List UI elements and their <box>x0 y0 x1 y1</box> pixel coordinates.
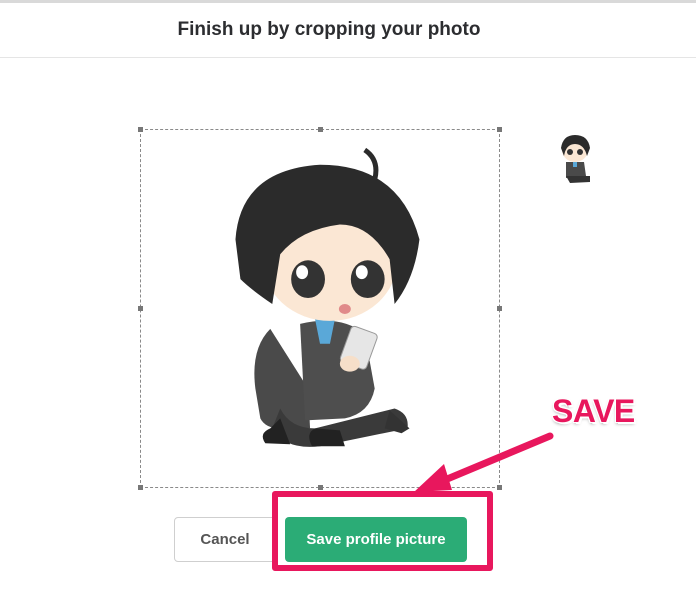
crop-handle-middle-right[interactable] <box>497 306 502 311</box>
crop-handle-top-middle[interactable] <box>318 127 323 132</box>
arrow-annotation-icon <box>414 432 554 492</box>
crop-handle-top-left[interactable] <box>138 127 143 132</box>
crop-handle-middle-left[interactable] <box>138 306 143 311</box>
cancel-button[interactable]: Cancel <box>174 517 276 562</box>
crop-handle-top-right[interactable] <box>497 127 502 132</box>
crop-handle-bottom-left[interactable] <box>138 485 143 490</box>
crop-handle-bottom-middle[interactable] <box>318 485 323 490</box>
page-title: Finish up by cropping your photo <box>177 19 481 40</box>
save-annotation-label: SAVE <box>552 393 635 429</box>
profile-preview-thumbnail <box>561 135 590 183</box>
modal-header: Finish up by cropping your photo <box>0 3 696 58</box>
